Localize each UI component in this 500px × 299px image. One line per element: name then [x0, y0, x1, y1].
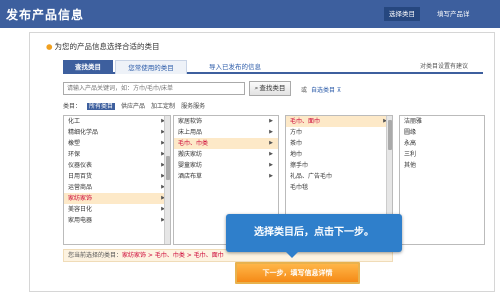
search-button-label: 查找类目 [259, 84, 286, 92]
list-item[interactable]: 三利 [400, 149, 484, 160]
lightbulb-icon: ● [46, 42, 53, 51]
list-item[interactable]: 方巾 [286, 127, 392, 138]
list-item[interactable]: 擦手巾 [286, 160, 392, 171]
chevron-right-icon: ▶ [269, 151, 273, 157]
list-item[interactable]: 日用百货▶ [64, 171, 170, 182]
or-text: 或 [301, 87, 308, 94]
scrollbar-thumb[interactable] [388, 120, 392, 150]
filter-supply[interactable]: 供应产品 [121, 103, 145, 110]
search-button[interactable]: ⌕查找类目 [249, 81, 291, 96]
list-item[interactable]: 搬庆家纺 ▶ [174, 149, 278, 160]
list-item[interactable]: 精细化学品▶ [64, 127, 170, 138]
chevron-right-icon: ▶ [269, 129, 273, 135]
page-title: 发布产品信息 [6, 8, 85, 22]
tab-import-published[interactable]: 导入已发布的信息 [195, 60, 275, 74]
filter-row: 类目： 所有类目 供应产品 加工定制 服务服务 [63, 101, 211, 110]
chevron-right-icon: ▶ [269, 162, 273, 168]
list-item[interactable]: 永高 [400, 138, 484, 149]
list-item[interactable]: 洁丽雅 [400, 116, 484, 127]
category-column-1: 化工▶ 精细化学品▶ 橡塑▶ 环保▶ 仪器仪表▶ 日用百货▶ 运营商品▶ 家纺家… [63, 115, 171, 245]
auto-select-link[interactable]: 自选类目 ⊼ [311, 85, 341, 94]
list-item[interactable]: 环保▶ [64, 149, 170, 160]
list-item-selected[interactable]: 家纺家饰▶ [64, 193, 170, 204]
panel-heading-text: 为您的产品信息选择合适的类目 [54, 42, 160, 51]
step-select-category: 选择类目 [384, 7, 420, 21]
selected-prefix: 您当前选择的类目： [68, 252, 123, 259]
category-column-4: 洁丽雅 圆缘 永高 三利 其他 [399, 115, 485, 245]
list-item[interactable]: 其他 [400, 160, 484, 171]
list-item[interactable]: 仪器仪表▶ [64, 160, 170, 171]
list-item[interactable]: 礼品、广告毛巾 [286, 171, 392, 182]
filter-label: 类目： [63, 103, 82, 110]
list-item[interactable]: 婴童家纺 ▶ [174, 160, 278, 171]
list-item-selected[interactable]: 毛巾、面巾▶ [286, 116, 392, 127]
step-fill-details: 填写产品详 [437, 10, 470, 18]
search-input[interactable] [63, 82, 245, 95]
search-icon: ⌕ [254, 84, 259, 92]
list-item[interactable]: 毛巾毯 [286, 182, 392, 193]
list-item[interactable]: 家用电器▶ [64, 215, 170, 226]
tab-frequent-categories[interactable]: 您常使用的类目 [115, 60, 187, 74]
next-step-button[interactable]: 下一步，填写信息详情 [235, 262, 360, 284]
instruction-tooltip: 选择类目后，点击下一步。 [226, 214, 402, 258]
list-item[interactable]: 家居软饰 ▶ [174, 116, 278, 127]
filter-custom[interactable]: 加工定制 [151, 103, 175, 110]
chevron-right-icon: ▶ [269, 118, 273, 124]
scrollbar-thumb[interactable] [166, 156, 170, 180]
list-item-selected[interactable]: 毛巾、巾类 ▶ [174, 138, 278, 149]
list-item[interactable]: 茶巾 [286, 138, 392, 149]
chevron-right-icon: ▶ [269, 173, 273, 179]
list-item[interactable]: 运营商品▶ [64, 182, 170, 193]
category-suggestion-link[interactable]: 对类目设置有建议 [399, 60, 489, 74]
selected-category-path: 家纺家饰 > 毛巾、巾类 > 毛巾、面巾 [122, 252, 224, 259]
list-item[interactable]: 美容日化▶ [64, 204, 170, 215]
category-tabs: 查找类目 您常使用的类目 导入已发布的信息 对类目设置有建议 [63, 58, 483, 74]
list-item[interactable]: 酒店布草 ▶ [174, 171, 278, 182]
list-item[interactable]: 床上用品 ▶ [174, 127, 278, 138]
scrollbar[interactable] [164, 116, 170, 244]
list-item[interactable]: 圆缘 [400, 127, 484, 138]
list-item[interactable]: 橡塑▶ [64, 138, 170, 149]
filter-all[interactable]: 所有类目 [87, 103, 116, 110]
list-item[interactable]: 地巾 [286, 149, 392, 160]
list-item[interactable]: 化工▶ [64, 116, 170, 127]
filter-service[interactable]: 服务服务 [181, 103, 205, 110]
top-bar: 发布产品信息 选择类目 填写产品详 [0, 0, 500, 28]
panel-heading: ● 为您的产品信息选择合适的类目 [46, 41, 160, 52]
chevron-right-icon: ▶ [269, 140, 273, 146]
tab-find-category[interactable]: 查找类目 [63, 60, 113, 74]
